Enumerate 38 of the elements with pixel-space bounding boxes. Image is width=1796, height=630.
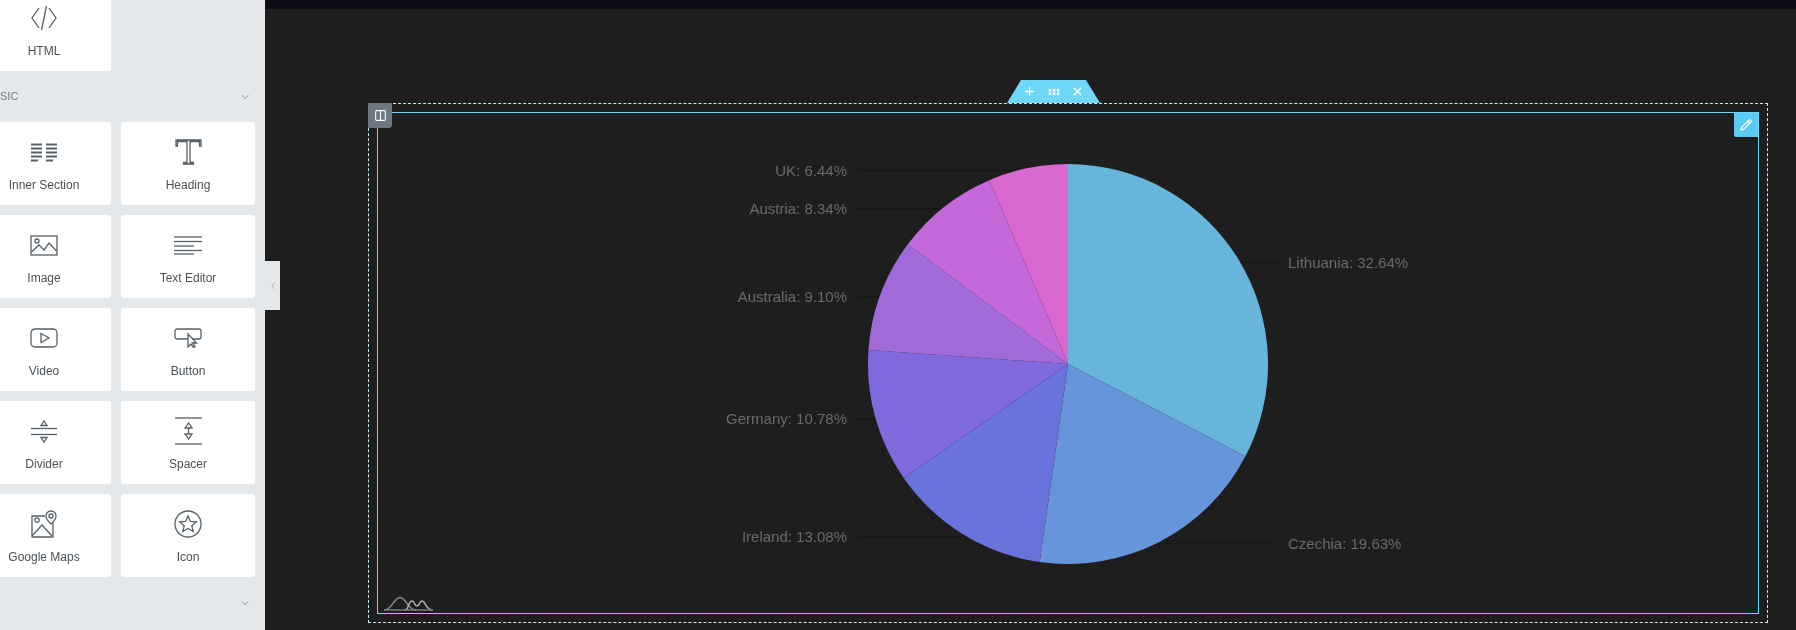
widget-card[interactable]: Google Maps — [0, 494, 111, 577]
column-handle[interactable] — [368, 103, 392, 128]
widget-card[interactable]: Heading — [121, 122, 255, 205]
close-icon — [1071, 85, 1084, 98]
slice-label: Lithuania: 32.64% — [1288, 253, 1409, 271]
widget-card[interactable]: Spacer — [121, 401, 255, 484]
text-lines-icon — [174, 235, 202, 255]
spacer-arrows-icon — [174, 417, 202, 445]
slice-label: Germany: 10.78% — [726, 410, 847, 428]
widget-card[interactable]: HTML — [0, 0, 111, 71]
map-pin-icon — [30, 510, 58, 538]
wave-logo-icon — [383, 596, 434, 611]
widget-card[interactable]: Video — [0, 308, 111, 391]
pencil-icon — [1740, 119, 1752, 131]
slice-label: Ireland: 13.08% — [741, 527, 847, 545]
slice-label: UK: 6.44% — [775, 161, 847, 179]
code-icon — [30, 5, 58, 31]
edit-button[interactable] — [1734, 113, 1758, 137]
widget-card[interactable]: Inner Section — [0, 122, 111, 205]
slice-label: Australia: 9.10% — [737, 287, 847, 305]
two-column-lines-icon — [30, 142, 58, 162]
widget-card[interactable]: Divider — [0, 401, 111, 484]
category-header[interactable]: SIC — [0, 71, 265, 122]
image-icon — [30, 234, 58, 256]
plus-icon — [1023, 85, 1036, 98]
collapse-panel-button[interactable] — [265, 261, 280, 310]
letter-t-icon — [174, 139, 202, 165]
widget-card[interactable]: Image — [0, 215, 111, 298]
divider-icon — [31, 418, 57, 444]
star-circle-icon — [174, 510, 202, 538]
widget-card[interactable]: Button — [121, 308, 255, 391]
columns-icon — [373, 109, 387, 122]
slice-label: Austria: 8.34% — [749, 200, 847, 218]
video-play-icon — [30, 328, 58, 348]
widget-card[interactable]: Icon — [121, 494, 255, 577]
widget-card[interactable]: Text Editor — [121, 215, 255, 298]
cursor-button-icon — [174, 328, 202, 348]
slice-label: Czechia: 19.63% — [1288, 535, 1402, 553]
